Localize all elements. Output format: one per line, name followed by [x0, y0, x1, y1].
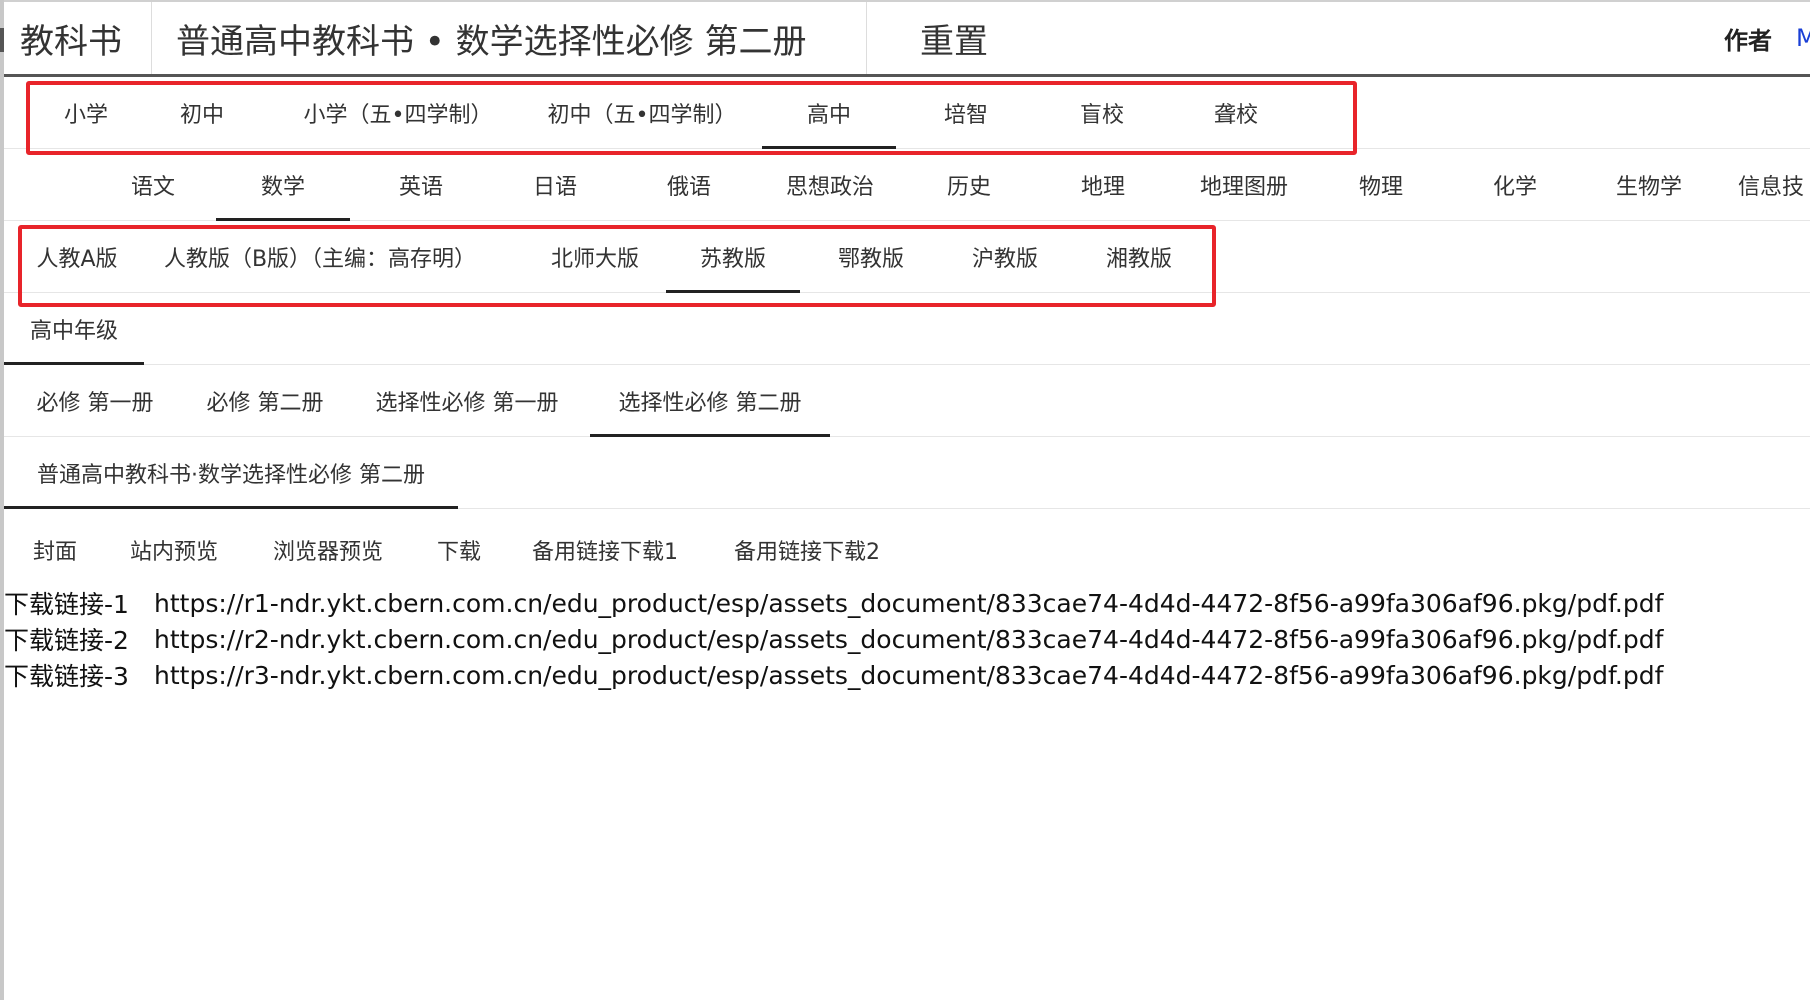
book-actions: 封面 站内预览 浏览器预览 下载 备用链接下载1 备用链接下载2	[4, 514, 1810, 586]
tab-subject-it[interactable]: 信息技	[1738, 149, 1810, 221]
tab-volume-elective-1[interactable]: 选择性必修 第一册	[362, 365, 572, 437]
tab-subject-biology[interactable]: 生物学	[1582, 149, 1716, 221]
download-link-label: 下载链接-2	[4, 626, 129, 655]
site-title[interactable]: 教科书	[20, 2, 122, 74]
reset-button[interactable]: 重置	[920, 2, 988, 74]
download-link-row: 下载链接-1 https://r1-ndr.ykt.cbern.com.cn/e…	[4, 585, 1810, 621]
tab-edition-bnu[interactable]: 北师大版	[528, 221, 662, 293]
header-bar: 教科书 普通高中教科书 • 数学选择性必修 第二册 重置 作者 M	[4, 2, 1810, 77]
tab-volume-elective-2[interactable]: 选择性必修 第二册	[590, 365, 830, 437]
download-link-row: 下载链接-3 https://r3-ndr.ykt.cbern.com.cn/e…	[4, 657, 1810, 693]
tab-subject-math[interactable]: 数学	[216, 149, 350, 221]
header-divider	[151, 2, 152, 74]
download-link-url[interactable]: https://r2-ndr.ykt.cbern.com.cn/edu_prod…	[154, 625, 1663, 654]
tab-edition-pep-a[interactable]: 人教A版	[24, 221, 130, 293]
tab-subject-chemistry[interactable]: 化学	[1448, 149, 1582, 221]
tab-edition-ejiao[interactable]: 鄂教版	[804, 221, 938, 293]
tab-subject-japanese[interactable]: 日语	[488, 149, 622, 221]
download-link-label: 下载链接-1	[4, 590, 129, 619]
book-tabs: 普通高中教科书·数学选择性必修 第二册	[4, 437, 1810, 509]
backup-download-2-link[interactable]: 备用链接下载2	[726, 514, 888, 586]
tab-subject-geo-atlas[interactable]: 地理图册	[1170, 149, 1318, 221]
tab-edition-hujiao[interactable]: 沪教版	[938, 221, 1072, 293]
tab-volume-required-2[interactable]: 必修 第二册	[190, 365, 340, 437]
tab-subject-history[interactable]: 历史	[902, 149, 1036, 221]
tab-stage-blind[interactable]: 盲校	[1044, 77, 1160, 149]
tab-volume-required-1[interactable]: 必修 第一册	[20, 365, 170, 437]
volume-tabs: 必修 第一册 必修 第二册 选择性必修 第一册 选择性必修 第二册	[4, 365, 1810, 437]
tab-stage-peizhi[interactable]: 培智	[908, 77, 1024, 149]
book-title: 普通高中教科书 • 数学选择性必修 第二册	[176, 21, 807, 62]
download-link-label: 下载链接-3	[4, 662, 129, 691]
tab-book-current[interactable]: 普通高中教科书·数学选择性必修 第二册	[4, 437, 458, 509]
browser-preview-link[interactable]: 浏览器预览	[262, 514, 394, 586]
tab-subject-russian[interactable]: 俄语	[622, 149, 756, 221]
tab-stage-primary-54[interactable]: 小学（五•四学制）	[278, 77, 518, 149]
tab-subject-english[interactable]: 英语	[354, 149, 488, 221]
tab-stage-senior[interactable]: 高中	[762, 77, 896, 149]
tab-stage-junior[interactable]: 初中	[144, 77, 260, 149]
tab-subject-chinese[interactable]: 语文	[86, 149, 220, 221]
tab-edition-sujiao[interactable]: 苏教版	[666, 221, 800, 293]
cover-link[interactable]: 封面	[24, 514, 86, 586]
edition-tabs: 人教A版 人教版（B版）（主编：高存明） 北师大版 苏教版 鄂教版 沪教版 湘教…	[4, 221, 1810, 293]
tab-subject-politics[interactable]: 思想政治	[756, 149, 904, 221]
tab-subject-geography[interactable]: 地理	[1036, 149, 1170, 221]
subject-tabs: 语文 数学 英语 日语 俄语 思想政治 历史 地理 地理图册 物理 化学 生物学…	[4, 149, 1810, 221]
stage-tabs: 小学 初中 小学（五•四学制） 初中（五•四学制） 高中 培智 盲校 聋校	[4, 77, 1810, 149]
backup-download-1-link[interactable]: 备用链接下载1	[524, 514, 686, 586]
header-divider	[866, 2, 867, 74]
tab-stage-deaf[interactable]: 聋校	[1178, 77, 1294, 149]
tab-subject-physics[interactable]: 物理	[1314, 149, 1448, 221]
download-link-url[interactable]: https://r3-ndr.ykt.cbern.com.cn/edu_prod…	[154, 661, 1663, 690]
grade-tabs: 高中年级	[4, 293, 1810, 365]
tab-edition-xiangjiao[interactable]: 湘教版	[1072, 221, 1206, 293]
author-label: 作者	[1724, 26, 1772, 55]
author-link[interactable]: M	[1796, 2, 1810, 74]
tab-stage-primary[interactable]: 小学	[28, 77, 144, 149]
download-link[interactable]: 下载	[430, 514, 488, 586]
download-link-url[interactable]: https://r1-ndr.ykt.cbern.com.cn/edu_prod…	[154, 589, 1663, 618]
site-preview-link[interactable]: 站内预览	[124, 514, 224, 586]
tab-grade-senior[interactable]: 高中年级	[4, 293, 144, 365]
tab-stage-junior-54[interactable]: 初中（五•四学制）	[522, 77, 762, 149]
tab-edition-pep-b[interactable]: 人教版（B版）（主编：高存明）	[152, 221, 488, 293]
download-link-row: 下载链接-2 https://r2-ndr.ykt.cbern.com.cn/e…	[4, 621, 1810, 657]
